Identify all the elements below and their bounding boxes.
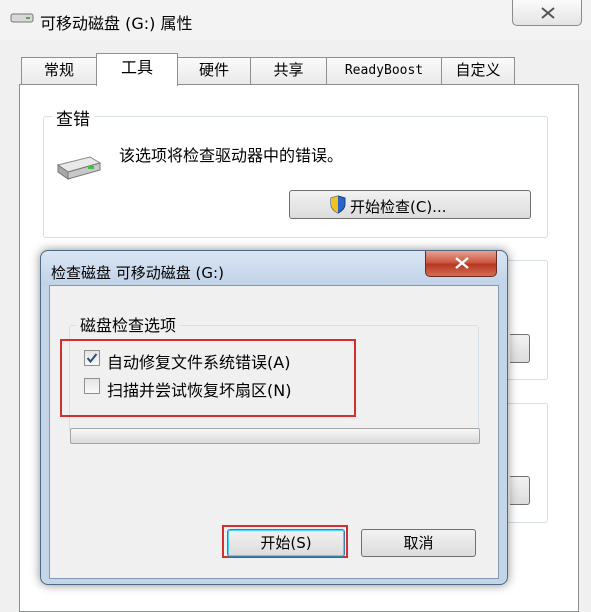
scan-sectors-label: 扫描并尝试恢复坏扇区(N) bbox=[107, 381, 292, 400]
start-button[interactable]: 开始(S) bbox=[227, 529, 345, 557]
uac-shield-icon bbox=[330, 195, 346, 214]
error-check-description: 该选项将检查驱动器中的错误。 bbox=[119, 146, 344, 165]
tab-hardware[interactable]: 硬件 bbox=[177, 57, 251, 84]
tab-customize[interactable]: 自定义 bbox=[441, 57, 515, 84]
tab-general[interactable]: 常规 bbox=[21, 57, 97, 84]
start-check-button[interactable]: 开始检查(C)... bbox=[289, 190, 531, 219]
auto-fix-option[interactable]: 自动修复文件系统错误(A) bbox=[84, 349, 344, 372]
window-title: 可移动磁盘 (G:) 属性 bbox=[40, 14, 193, 33]
checkmark-icon bbox=[86, 353, 98, 364]
disk-check-options-title: 磁盘检查选项 bbox=[76, 312, 181, 336]
window-close-button[interactable] bbox=[512, 0, 582, 26]
scan-sectors-checkbox[interactable] bbox=[84, 378, 100, 394]
error-check-group bbox=[43, 116, 548, 238]
tab-readyboost[interactable]: ReadyBoost bbox=[326, 57, 442, 84]
removable-drive-icon bbox=[56, 156, 102, 180]
start-check-label: 开始检查(C)... bbox=[350, 198, 447, 216]
close-icon bbox=[541, 7, 555, 19]
drive-icon bbox=[10, 13, 34, 23]
optimize-button-edge[interactable] bbox=[510, 334, 530, 363]
backup-button-edge[interactable] bbox=[510, 476, 530, 505]
auto-fix-label: 自动修复文件系统错误(A) bbox=[107, 353, 291, 372]
dialog-title: 检查磁盘 可移动磁盘 (G:) bbox=[51, 264, 224, 282]
cancel-button[interactable]: 取消 bbox=[361, 529, 476, 557]
scan-sectors-option[interactable]: 扫描并尝试恢复坏扇区(N) bbox=[84, 377, 344, 400]
tab-sharing[interactable]: 共享 bbox=[250, 57, 327, 84]
auto-fix-checkbox[interactable] bbox=[84, 350, 100, 366]
check-progress-bar bbox=[70, 428, 480, 444]
error-check-group-title: 查错 bbox=[52, 105, 94, 130]
close-icon bbox=[455, 257, 469, 269]
dialog-close-button[interactable] bbox=[425, 251, 497, 277]
tab-tools[interactable]: 工具 bbox=[96, 53, 178, 86]
